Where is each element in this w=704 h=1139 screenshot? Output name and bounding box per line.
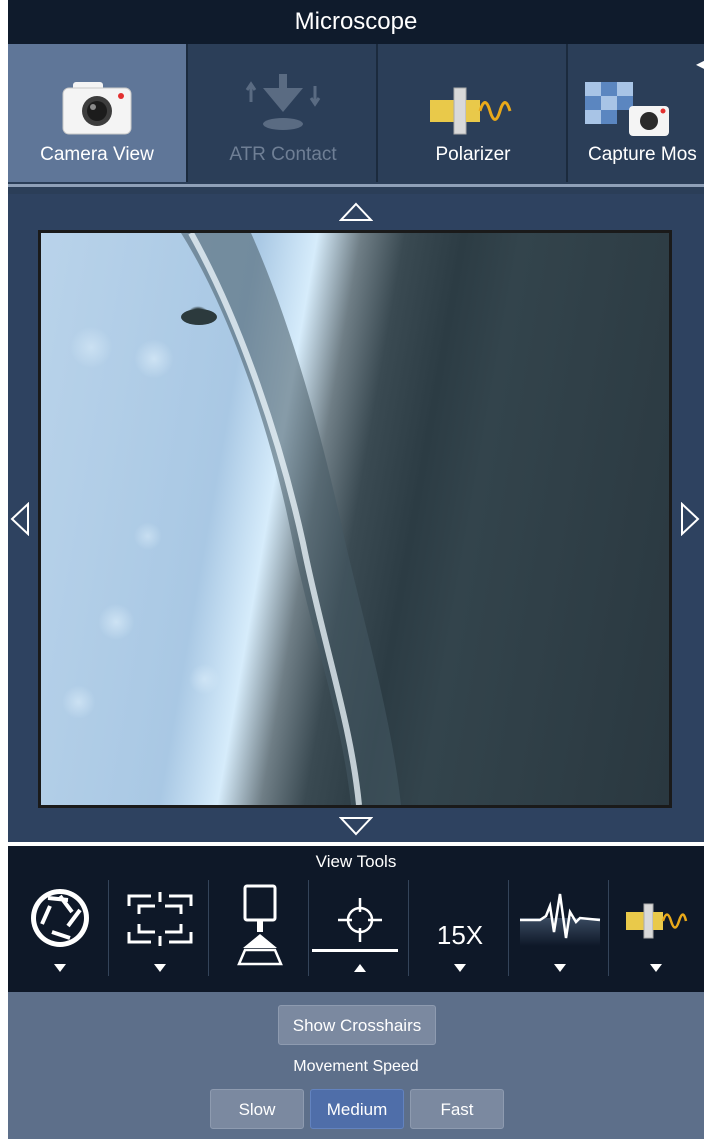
speed-fast-button[interactable]: Fast xyxy=(410,1089,504,1129)
toolbar-overflow-icon[interactable]: ◂ xyxy=(696,54,704,74)
speed-slow-button[interactable]: Slow xyxy=(210,1089,304,1129)
polarizer-dropdown-caret[interactable] xyxy=(650,964,662,972)
frame-dropdown-caret[interactable] xyxy=(154,964,166,972)
selected-tool-indicator xyxy=(312,949,398,952)
camera-icon xyxy=(62,82,132,135)
tab-camera-view-label: Camera View xyxy=(40,144,154,165)
frame-crop-icon xyxy=(127,892,193,946)
right-arrow-icon[interactable] xyxy=(680,502,700,536)
aperture-icon xyxy=(31,889,89,947)
spectrum-tool[interactable] xyxy=(512,880,608,992)
up-arrow-icon[interactable] xyxy=(339,202,373,222)
aperture-tool[interactable] xyxy=(12,880,108,992)
capture-mosaic-icon xyxy=(585,82,669,136)
magnification-value: 15X xyxy=(436,920,484,950)
down-arrow-icon[interactable] xyxy=(339,816,373,836)
tab-polarizer[interactable]: Polarizer xyxy=(380,44,568,182)
crosshair-icon xyxy=(338,898,382,942)
microscope-toolbar: Camera View ATR Contact Polarizer Captur… xyxy=(8,44,704,184)
window-title: Microscope xyxy=(8,0,704,44)
camera-feed[interactable] xyxy=(38,230,672,808)
polarizer-icon xyxy=(626,903,688,939)
crosshair-tool[interactable] xyxy=(312,880,408,992)
toolbar-divider xyxy=(8,184,704,194)
tool-separator xyxy=(308,880,309,976)
polarizer-tool[interactable] xyxy=(608,880,704,992)
spectrum-icon xyxy=(520,893,601,946)
tab-capture-mosaic-label: Capture Mos xyxy=(588,144,697,165)
microscope-window: Microscope Camera View ATR Contact Polar… xyxy=(8,0,704,1139)
tab-polarizer-label: Polarizer xyxy=(435,144,511,165)
magnification-tool[interactable]: 15X xyxy=(412,880,508,992)
tab-atr-contact-label: ATR Contact xyxy=(229,144,337,165)
show-crosshairs-button[interactable]: Show Crosshairs xyxy=(278,1005,436,1045)
crosshair-options-caret[interactable] xyxy=(354,964,366,972)
illumination-icon xyxy=(237,884,283,966)
speed-medium-button[interactable]: Medium xyxy=(310,1089,404,1129)
tool-separator xyxy=(208,880,209,976)
tab-camera-view[interactable]: Camera View xyxy=(8,44,188,182)
view-tools-title: View Tools xyxy=(315,852,397,871)
magnification-dropdown-caret[interactable] xyxy=(454,964,466,972)
tab-atr-contact: ATR Contact xyxy=(190,44,378,182)
camera-view-panel xyxy=(8,194,704,842)
tool-separator xyxy=(508,880,509,976)
view-tools-bar: View Tools 15X xyxy=(8,846,704,992)
aperture-dropdown-caret[interactable] xyxy=(54,964,66,972)
illumination-tool[interactable] xyxy=(212,880,308,992)
atr-contact-icon xyxy=(245,74,321,130)
tab-capture-mosaic[interactable]: Capture Mos xyxy=(570,44,704,182)
tool-separator xyxy=(108,880,109,976)
movement-speed-label: Movement Speed xyxy=(293,1058,419,1075)
frame-tool[interactable] xyxy=(112,880,208,992)
tool-separator xyxy=(408,880,409,976)
polarizer-icon xyxy=(430,87,512,135)
left-arrow-icon[interactable] xyxy=(10,502,30,536)
crosshair-options-panel: Show Crosshairs Movement Speed Slow Medi… xyxy=(8,992,704,1139)
spectrum-dropdown-caret[interactable] xyxy=(554,964,566,972)
sample-edge-overlay xyxy=(181,233,401,805)
